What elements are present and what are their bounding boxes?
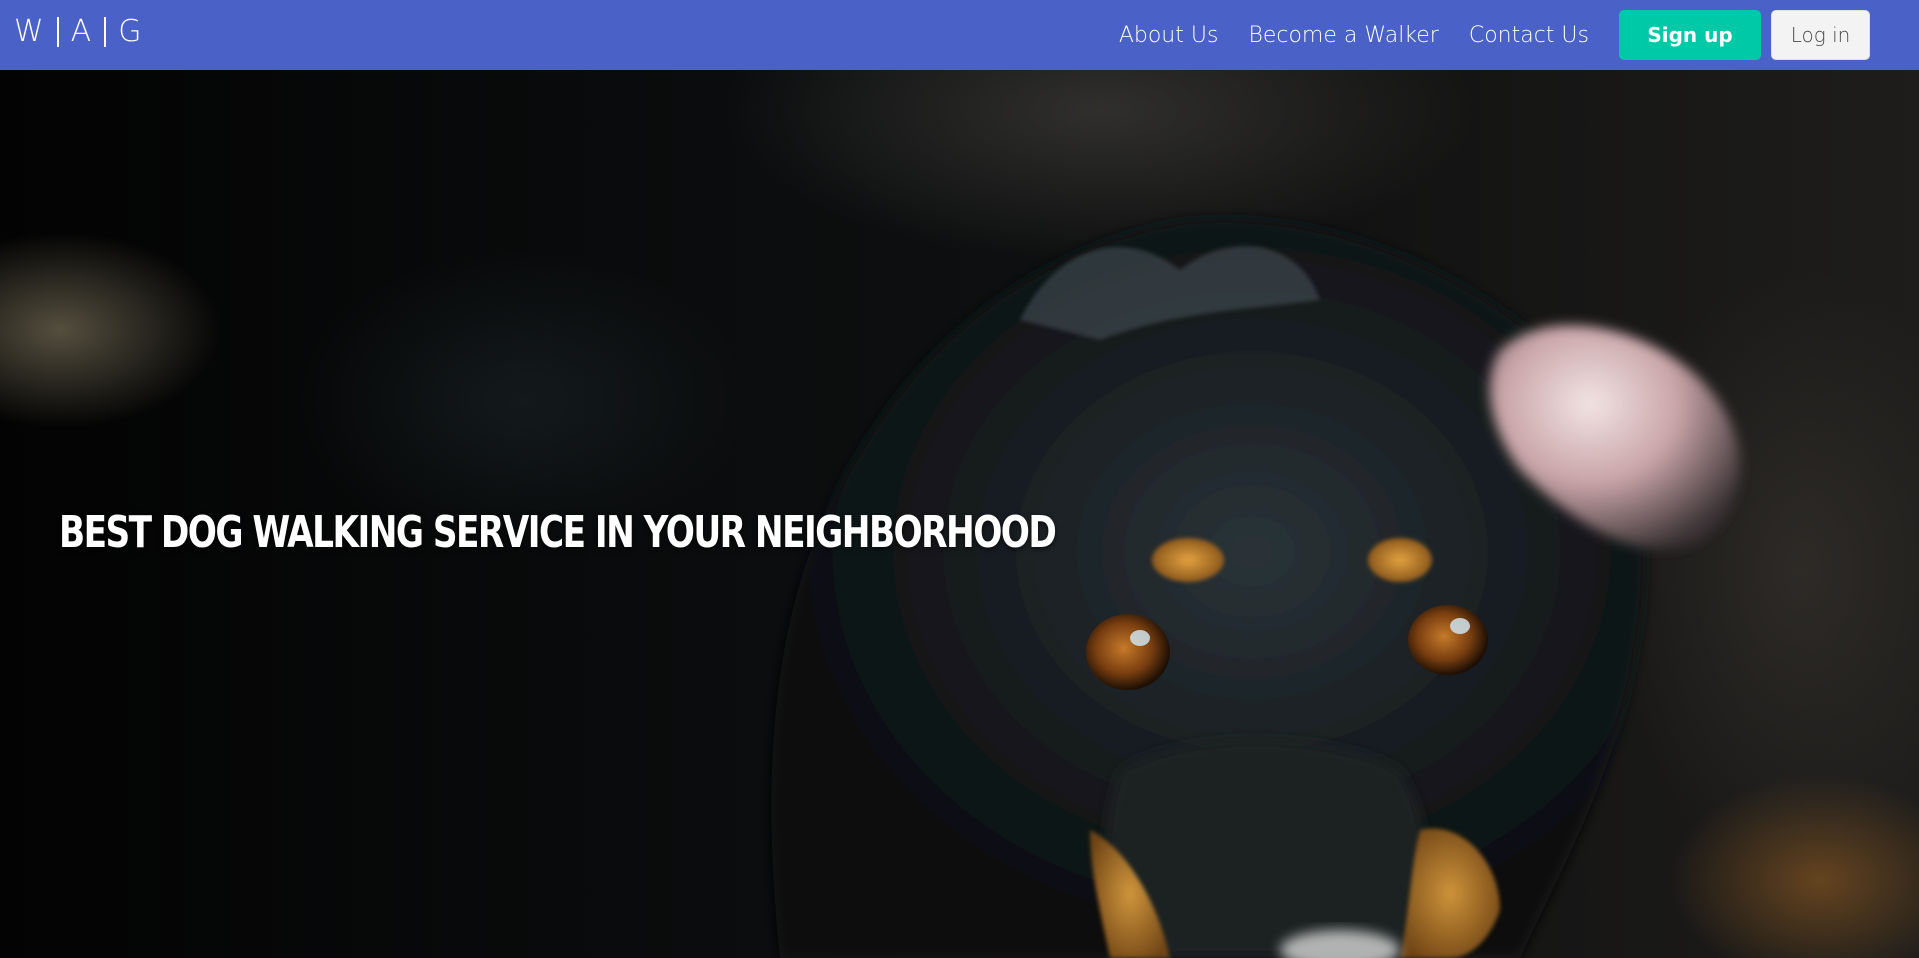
brand-logo[interactable]: W A G [14,14,142,49]
dog-eyebrow-left [1152,538,1224,582]
nav-links: About Us Become a Walker Contact Us Sign… [1119,0,1870,70]
signup-button[interactable]: Sign up [1619,10,1761,60]
brand-letter-g: G [118,14,143,49]
dog-eye-left-highlight [1130,630,1150,646]
brand-divider [56,16,59,47]
brand-divider [104,16,107,47]
dog-eyebrow-right [1368,538,1432,582]
top-navbar: W A G About Us Become a Walker Contact U… [0,0,1919,70]
dog-eye-right [1408,605,1488,675]
nav-link-contact-us[interactable]: Contact Us [1469,23,1589,48]
nav-link-about-us[interactable]: About Us [1119,23,1219,48]
hero-section: BEST DOG WALKING SERVICE IN YOUR NEIGHBO… [0,70,1919,958]
login-button[interactable]: Log in [1771,10,1870,60]
dog-eye-left [1086,614,1170,690]
hero-title: BEST DOG WALKING SERVICE IN YOUR NEIGHBO… [59,507,1057,559]
brand-letter-w: W [14,14,45,49]
nav-link-become-a-walker[interactable]: Become a Walker [1248,23,1438,48]
dog-eye-right-highlight [1450,618,1470,634]
brand-letter-a: A [70,14,93,49]
